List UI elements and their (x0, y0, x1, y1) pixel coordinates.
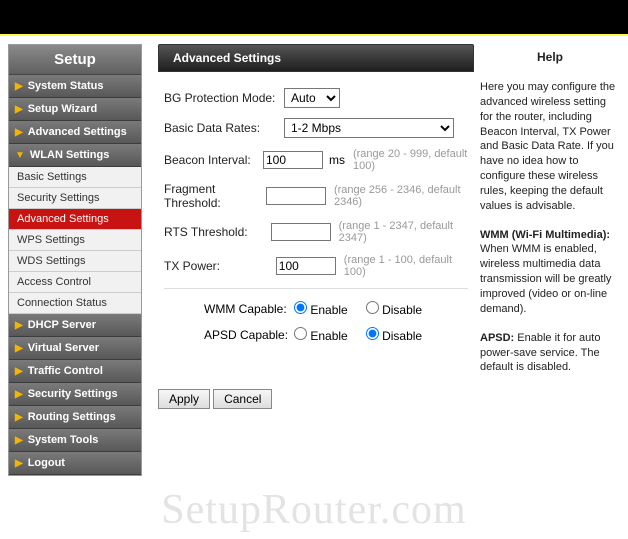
help-panel: Help Here you may configure the advanced… (480, 44, 620, 389)
help-paragraph-1: Here you may configure the advanced wire… (480, 80, 620, 214)
sidebar-subitem-basic-settings[interactable]: Basic Settings (9, 167, 141, 188)
sidebar: Setup ▶ System Status ▶ Setup Wizard ▶ Adva… (8, 44, 142, 476)
sidebar-item-routing-settings[interactable]: ▶ Routing Settings (9, 406, 141, 429)
apsd-enable-radio[interactable] (294, 327, 307, 340)
sidebar-item-label: Logout (28, 457, 65, 469)
help-wmm-term: WMM (Wi-Fi Multimedia): (480, 229, 610, 241)
fragment-threshold-hint: (range 256 - 2346, default 2346) (334, 184, 468, 208)
arrow-icon: ▶ (15, 320, 23, 331)
sidebar-item-label: Setup Wizard (28, 103, 98, 115)
sidebar-item-label: DHCP Server (28, 319, 96, 331)
fragment-threshold-label: Fragment Threshold: (164, 182, 266, 210)
apsd-disable-radio[interactable] (366, 327, 379, 340)
rts-threshold-hint: (range 1 - 2347, default 2347) (339, 220, 468, 244)
divider (164, 288, 468, 289)
sidebar-subitem-advanced-settings[interactable]: Advanced Settings (9, 209, 141, 230)
arrow-icon: ▶ (15, 435, 23, 446)
panel-title: Advanced Settings (158, 44, 474, 72)
sidebar-item-system-status[interactable]: ▶ System Status (9, 75, 141, 98)
sidebar-item-logout[interactable]: ▶ Logout (9, 452, 141, 475)
sidebar-item-label: WLAN Settings (30, 149, 109, 161)
sidebar-item-label: Routing Settings (28, 411, 116, 423)
sidebar-item-label: Security Settings (28, 388, 118, 400)
watermark: SetupRouter.com (0, 486, 628, 534)
arrow-icon: ▶ (15, 81, 23, 92)
sidebar-item-setup-wizard[interactable]: ▶ Setup Wizard (9, 98, 141, 121)
arrow-icon: ▶ (15, 343, 23, 354)
help-paragraph-2: WMM (Wi-Fi Multimedia): When WMM is enab… (480, 228, 620, 317)
top-bar (0, 0, 628, 36)
wmm-enable-text: Enable (310, 303, 347, 317)
tx-power-input[interactable] (276, 257, 336, 275)
beacon-interval-input[interactable] (263, 151, 323, 169)
sidebar-item-wlan-settings[interactable]: ▼ WLAN Settings (9, 144, 141, 167)
sidebar-item-advanced-settings[interactable]: ▶ Advanced Settings (9, 121, 141, 144)
sidebar-item-label: System Tools (28, 434, 99, 446)
basic-data-rates-label: Basic Data Rates: (164, 121, 284, 135)
sidebar-item-label: Advanced Settings (28, 126, 127, 138)
rts-threshold-input[interactable] (271, 223, 331, 241)
help-apsd-term: APSD: (480, 332, 514, 344)
apsd-capable-label: APSD Capable: (204, 328, 294, 342)
sidebar-subitem-connection-status[interactable]: Connection Status (9, 293, 141, 314)
sidebar-subitem-wds-settings[interactable]: WDS Settings (9, 251, 141, 272)
apply-button[interactable]: Apply (158, 389, 210, 409)
arrow-icon: ▶ (15, 389, 23, 400)
sidebar-subitem-security-settings[interactable]: Security Settings (9, 188, 141, 209)
main-panel: Advanced Settings BG Protection Mode: Au… (142, 44, 480, 409)
arrow-icon: ▶ (15, 104, 23, 115)
rts-threshold-label: RTS Threshold: (164, 225, 271, 239)
fragment-threshold-input[interactable] (266, 187, 326, 205)
sidebar-item-dhcp-server[interactable]: ▶ DHCP Server (9, 314, 141, 337)
sidebar-item-traffic-control[interactable]: ▶ Traffic Control (9, 360, 141, 383)
apsd-enable-text: Enable (310, 329, 347, 343)
sidebar-subitem-wps-settings[interactable]: WPS Settings (9, 230, 141, 251)
sidebar-item-label: Traffic Control (28, 365, 103, 377)
help-wmm-text: When WMM is enabled, wireless multimedia… (480, 243, 611, 314)
arrow-icon: ▶ (15, 366, 23, 377)
wmm-enable-radio[interactable] (294, 301, 307, 314)
beacon-interval-label: Beacon Interval: (164, 153, 263, 167)
arrow-icon: ▶ (15, 458, 23, 469)
beacon-interval-unit: ms (329, 153, 345, 167)
basic-data-rates-select[interactable]: 1-2 Mbps (284, 118, 454, 138)
wmm-disable-text: Disable (382, 303, 422, 317)
cancel-button[interactable]: Cancel (213, 389, 272, 409)
sidebar-item-virtual-server[interactable]: ▶ Virtual Server (9, 337, 141, 360)
tx-power-hint: (range 1 - 100, default 100) (344, 254, 468, 278)
sidebar-item-label: System Status (28, 80, 104, 92)
wmm-disable-radio[interactable] (366, 301, 379, 314)
sidebar-item-system-tools[interactable]: ▶ System Tools (9, 429, 141, 452)
apsd-disable-text: Disable (382, 329, 422, 343)
arrow-icon: ▶ (15, 412, 23, 423)
bg-protection-select[interactable]: Auto (284, 88, 340, 108)
bg-protection-label: BG Protection Mode: (164, 91, 284, 105)
sidebar-subitem-access-control[interactable]: Access Control (9, 272, 141, 293)
help-title: Help (480, 50, 620, 64)
sidebar-item-security-settings[interactable]: ▶ Security Settings (9, 383, 141, 406)
wmm-capable-label: WMM Capable: (204, 302, 294, 316)
sidebar-title: Setup (9, 45, 141, 75)
beacon-interval-hint: (range 20 - 999, default 100) (353, 148, 468, 172)
arrow-icon: ▼ (15, 150, 25, 161)
sidebar-item-label: Virtual Server (28, 342, 99, 354)
help-paragraph-3: APSD: Enable it for auto power-save serv… (480, 331, 620, 376)
arrow-icon: ▶ (15, 127, 23, 138)
tx-power-label: TX Power: (164, 259, 276, 273)
